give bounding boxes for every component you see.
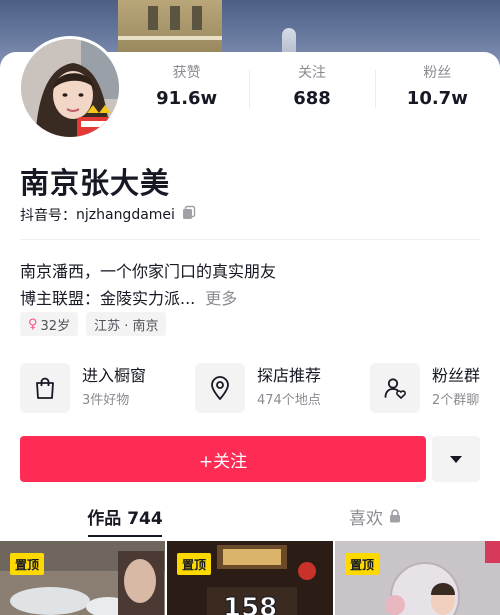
stat-following[interactable]: 关注 688	[249, 64, 374, 116]
shortcut-store-recommend[interactable]: 探店推荐 474个地点	[195, 362, 321, 414]
age-tag: ♀ 32岁	[20, 312, 79, 336]
stat-followers[interactable]: 粉丝 10.7w	[374, 64, 500, 116]
fan-group-icon	[370, 363, 420, 413]
pinned-badge: 置顶	[345, 553, 380, 575]
stat-label: 关注	[297, 65, 326, 81]
pinned-badge: 置顶	[177, 553, 212, 575]
tab-likes[interactable]: 喜欢	[250, 494, 500, 538]
shortcut-fan-group[interactable]: 粉丝群 2个群聊	[370, 362, 480, 414]
shortcut-title: 进入橱窗	[82, 366, 147, 385]
bio-line-2-text: 博主联盟：金陵实力派...	[20, 289, 196, 308]
works-grid: 置顶 置顶 158 置顶	[0, 541, 500, 615]
thumbnail-overlay-number: 158	[222, 593, 278, 615]
shortcut-title: 探店推荐	[257, 366, 322, 385]
pinned-badge: 置顶	[10, 553, 45, 575]
tab-active-indicator	[88, 535, 162, 537]
stat-value: 10.7w	[406, 88, 468, 109]
female-icon: ♀	[28, 316, 38, 332]
shortcut-subtitle: 3件好物	[82, 393, 130, 408]
douyin-id-value: njzhangdamei	[76, 207, 175, 223]
douyin-id-row: 抖音号： njzhangdamei	[20, 205, 197, 225]
video-thumbnail[interactable]: 置顶	[0, 541, 165, 615]
shortcut-showcase[interactable]: 进入橱窗 3件好物	[20, 362, 146, 414]
caret-down-icon	[449, 450, 463, 469]
stat-label: 粉丝	[423, 65, 452, 81]
location-tag-label: 江苏 · 南京	[94, 318, 159, 334]
profile-tags: ♀ 32岁 江苏 · 南京	[20, 312, 167, 336]
tab-likes-label: 喜欢	[349, 508, 383, 529]
shortcuts-row: 进入橱窗 3件好物 探店推荐 474个地点 粉丝群 2个群聊	[20, 362, 500, 414]
stats-bar: 获赞 91.6w 关注 688 粉丝 10.7w	[124, 64, 500, 116]
shortcut-title: 粉丝群	[432, 366, 481, 385]
location-pin-icon	[195, 363, 245, 413]
avatar[interactable]	[18, 36, 122, 140]
tab-works-label: 作品 744	[87, 508, 163, 529]
follow-button[interactable]: +关注	[20, 436, 426, 482]
shopping-bag-icon	[20, 363, 70, 413]
bio-line-1: 南京潘西，一个你家门口的真实朋友	[20, 262, 277, 281]
divider	[20, 239, 480, 240]
shortcut-subtitle: 2个群聊	[432, 393, 480, 408]
more-options-button[interactable]	[432, 436, 480, 482]
content-tabs: 作品 744 喜欢	[0, 494, 500, 538]
tab-works[interactable]: 作品 744	[0, 494, 250, 538]
profile-name: 南京张大美	[20, 166, 171, 200]
stat-likes[interactable]: 获赞 91.6w	[124, 64, 249, 116]
bio-line-2: 博主联盟：金陵实力派... 更多	[20, 285, 237, 309]
video-thumbnail[interactable]: 置顶 158	[167, 541, 333, 615]
stat-value: 688	[293, 88, 331, 109]
location-tag: 江苏 · 南京	[86, 312, 167, 336]
lock-icon	[389, 509, 401, 523]
stat-value: 91.6w	[156, 88, 218, 109]
video-thumbnail[interactable]: 置顶	[335, 541, 500, 615]
stat-label: 获赞	[172, 65, 201, 81]
douyin-id-label: 抖音号：	[20, 208, 76, 224]
bio-more-link[interactable]: 更多	[205, 289, 237, 308]
age-tag-label: 32岁	[40, 318, 71, 334]
shortcut-subtitle: 474个地点	[257, 393, 321, 408]
copy-icon[interactable]	[181, 205, 197, 225]
